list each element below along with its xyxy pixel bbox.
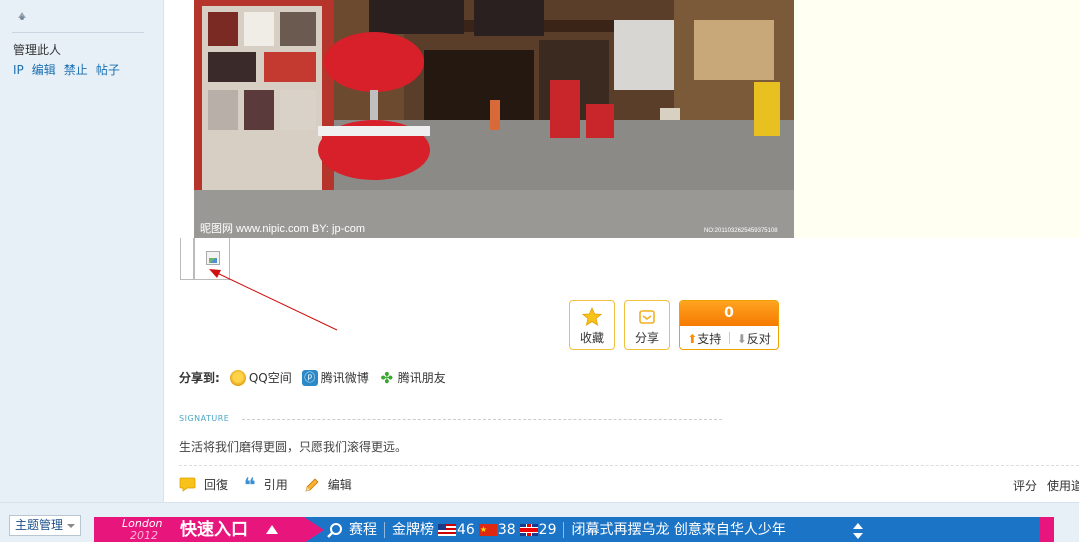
banner-separator <box>384 522 385 538</box>
favorite-label: 收藏 <box>579 331 604 345</box>
share-tencent-friends[interactable]: ✤ 腾讯朋友 <box>379 368 446 387</box>
edit-post-button[interactable]: 编辑 <box>304 476 352 493</box>
chevron-down-icon <box>67 524 75 528</box>
arrow-down-icon: ⬇ <box>736 331 747 346</box>
ip-link[interactable]: IP <box>13 63 24 77</box>
cn-medal-count: 38 <box>497 522 516 538</box>
signature-divider <box>242 419 722 420</box>
speech-bubble-icon <box>179 477 196 492</box>
us-flag-icon <box>438 524 456 536</box>
share-button[interactable]: 分享 <box>624 300 670 350</box>
quote-button[interactable]: ❝ 引用 <box>244 472 288 497</box>
post-actions: 回復 ❝ 引用 编辑 <box>179 472 352 497</box>
share-icon <box>639 310 655 324</box>
share-label: 分享 <box>634 331 659 345</box>
online-status-icon <box>18 12 26 20</box>
banner-separator <box>563 522 565 538</box>
schedule-link[interactable]: 赛程 <box>349 521 377 539</box>
use-tool-button[interactable]: 使用道 <box>1047 479 1079 493</box>
ban-user-link[interactable]: 禁止 <box>64 63 88 77</box>
image-frame <box>180 238 194 280</box>
banner-links: 赛程 金牌榜 46 38 29 闭幕式再摆乌龙 创意来自华人少年 <box>326 521 786 539</box>
share-friends-label: 腾讯朋友 <box>397 371 446 385</box>
banner-pink-end <box>1040 517 1054 542</box>
oppose-button[interactable]: ⬇反对 <box>730 330 779 347</box>
medal-table-link[interactable]: 金牌榜 <box>392 521 434 539</box>
london-logo-text: London <box>122 517 163 530</box>
edit-label: 编辑 <box>327 478 352 492</box>
quick-entry-button[interactable]: 快速入口 <box>180 519 248 541</box>
china-flag-icon <box>478 521 497 539</box>
share-weibo-label: 腾讯微博 <box>320 371 369 385</box>
reply-button[interactable]: 回復 <box>179 476 228 493</box>
broken-image-icon <box>206 251 220 265</box>
street-scene-image: 昵图网 www.nipic.com BY: jp-com NO:20110326… <box>194 0 794 238</box>
uk-medal-count: 29 <box>538 522 557 538</box>
red-arrow-annotation <box>209 269 338 331</box>
search-icon <box>327 522 342 538</box>
post-content-background <box>794 0 1079 238</box>
share-tencent-weibo[interactable]: ⓟ 腾讯微博 <box>301 369 369 386</box>
share-bar: 分享到: QQ空间 ⓟ 腾讯微博 ✤ 腾讯朋友 <box>179 369 446 386</box>
uk-flag-icon <box>519 524 538 536</box>
london-year-text: 2012 <box>130 529 158 542</box>
us-medal-count: 46 <box>457 522 475 538</box>
share-qzone[interactable]: QQ空间 <box>229 369 292 386</box>
rate-button[interactable]: 评分 <box>1013 479 1037 493</box>
signature-title: SIGNATURE <box>179 414 230 423</box>
post-photo[interactable]: 昵图网 www.nipic.com BY: jp-com NO:20110326… <box>194 0 794 238</box>
post-footer-divider <box>179 465 1079 466</box>
quote-icon: ❝ <box>244 472 256 497</box>
support-button[interactable]: ⬆支持 <box>680 330 729 347</box>
signature-text: 生活将我们磨得更圆，只愿我们滚得更远。 <box>179 440 408 454</box>
news-link[interactable]: 闭幕式再摆乌龙 创意来自华人少年 <box>571 521 785 539</box>
qzone-icon <box>229 369 246 386</box>
clover-icon: ✤ <box>380 368 394 387</box>
manage-links: IP 编辑 禁止 帖子 <box>13 61 128 78</box>
oppose-label: 反对 <box>746 331 771 346</box>
quote-label: 引用 <box>263 478 288 492</box>
reply-label: 回復 <box>204 478 229 492</box>
support-label: 支持 <box>697 331 722 346</box>
user-sidebar: 管理此人 IP 编辑 禁止 帖子 <box>0 0 164 502</box>
share-qzone-label: QQ空间 <box>248 371 292 385</box>
pencil-icon <box>305 477 319 492</box>
triangle-up-icon <box>266 525 278 534</box>
arrow-up-icon: ⬆ <box>687 331 698 346</box>
share-to-label: 分享到: <box>179 371 220 385</box>
forum-post-page: 管理此人 IP 编辑 禁止 帖子 昵图网 www.nipic.com BY: j… <box>0 0 1079 542</box>
svg-text:NO:2011032625459375108: NO:2011032625459375108 <box>704 228 778 234</box>
moderation-actions: 评分 使用道 <box>1013 477 1079 494</box>
olympics-banner[interactable]: London 2012 快速入口 赛程 金牌榜 46 38 29 闭幕式再摆乌龙 <box>94 517 1054 542</box>
favorite-button[interactable]: 收藏 <box>569 300 615 350</box>
bottom-toolbar: 主题管理 London 2012 快速入口 赛程 金牌榜 46 38 <box>0 502 1079 542</box>
star-icon <box>582 307 602 326</box>
vote-box: 0 ⬆支持 ⬇反对 <box>679 300 779 350</box>
tencent-weibo-icon: ⓟ <box>301 369 318 386</box>
scroll-updown-icon[interactable] <box>852 522 864 540</box>
manage-user-label: 管理此人 <box>13 43 62 57</box>
svg-text:昵图网 www.nipic.com BY: jp-: 昵图网 www.nipic.com BY: jp-com <box>200 222 365 235</box>
vote-count: 0 <box>680 301 778 326</box>
edit-user-link[interactable]: 编辑 <box>32 63 56 77</box>
topic-manage-label: 主题管理 <box>15 518 64 532</box>
user-posts-link[interactable]: 帖子 <box>96 63 120 77</box>
sidebar-divider <box>12 32 144 33</box>
topic-manage-dropdown[interactable]: 主题管理 <box>9 515 81 536</box>
